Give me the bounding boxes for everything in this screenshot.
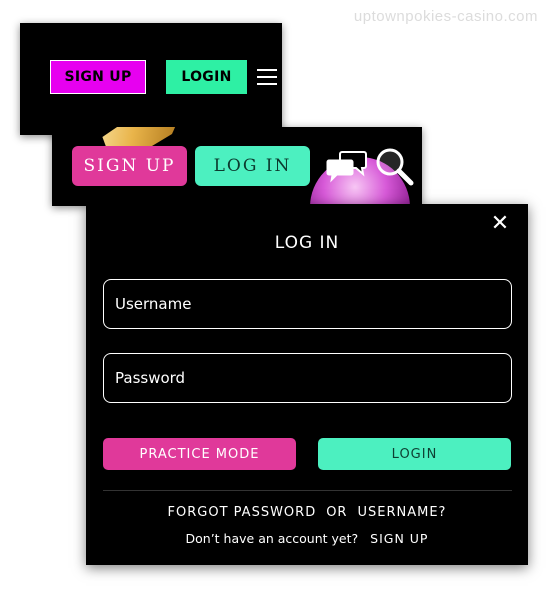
page: uptownpokies-casino.com SIGN UP LOGIN SI… bbox=[0, 0, 550, 600]
password-input[interactable] bbox=[103, 353, 512, 403]
no-account-row: Don’t have an account yet? SIGN UP bbox=[86, 531, 528, 546]
forgot-username-link[interactable]: USERNAME? bbox=[357, 505, 446, 520]
modal-title: LOG IN bbox=[274, 233, 340, 253]
practice-mode-button[interactable]: PRACTICE MODE bbox=[103, 438, 296, 470]
signup-button[interactable]: SIGN UP bbox=[50, 60, 146, 94]
watermark-text: uptownpokies-casino.com bbox=[353, 8, 538, 25]
login-submit-button[interactable]: LOGIN bbox=[318, 438, 511, 470]
forgot-password-link[interactable]: FORGOT PASSWORD bbox=[168, 505, 317, 520]
chat-bubbles-icon[interactable] bbox=[326, 149, 368, 183]
close-icon[interactable]: ✕ bbox=[490, 213, 510, 235]
username-input[interactable] bbox=[103, 279, 512, 329]
primary-header: SIGN UP LOGIN bbox=[20, 23, 282, 135]
hamburger-menu-icon[interactable] bbox=[257, 69, 277, 85]
search-icon[interactable] bbox=[374, 146, 414, 186]
signup-link[interactable]: SIGN UP bbox=[370, 531, 428, 546]
login-modal: ✕ LOG IN PRACTICE MODE LOGIN FORGOT PASS… bbox=[86, 204, 528, 565]
login-button[interactable]: LOGIN bbox=[166, 60, 247, 94]
login-button[interactable]: LOG IN bbox=[195, 146, 310, 186]
signup-button[interactable]: SIGN UP bbox=[72, 146, 187, 186]
secondary-header: SIGN UP LOG IN bbox=[52, 127, 422, 206]
divider bbox=[103, 490, 512, 491]
forgot-credentials-row: FORGOT PASSWORD OR USERNAME? bbox=[86, 505, 528, 520]
or-text: OR bbox=[326, 505, 348, 520]
no-account-text: Don’t have an account yet? bbox=[185, 531, 359, 546]
